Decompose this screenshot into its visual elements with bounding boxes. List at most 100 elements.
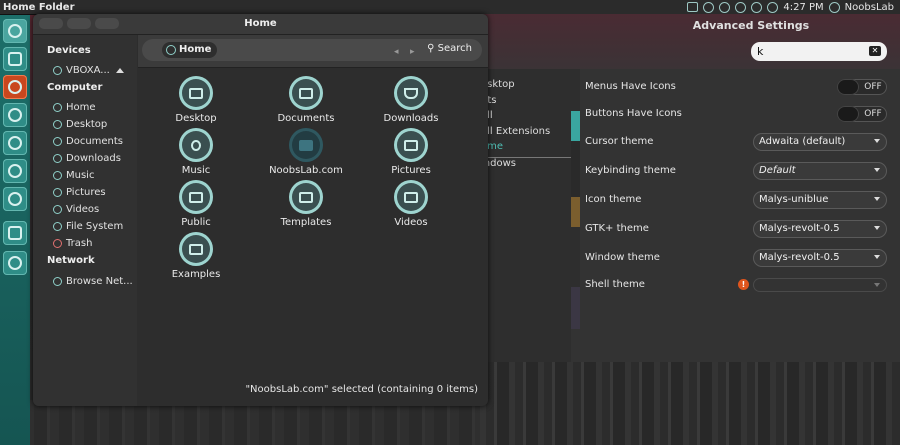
app-icon[interactable] (3, 187, 27, 211)
sidebar-item-home[interactable]: Home (53, 100, 137, 114)
back-icon[interactable]: ◂ (394, 47, 399, 57)
folder-item[interactable]: Examples (146, 232, 246, 280)
volume-icon[interactable] (751, 1, 763, 13)
category-item[interactable]: indows (481, 158, 571, 174)
panel-title: Home Folder (3, 1, 75, 13)
category-item[interactable]: nts (481, 95, 571, 111)
sidebar-item-network[interactable]: Browse Net... (53, 274, 137, 288)
path-bar: Home ◂ ▸ ⚲ Search (142, 39, 482, 61)
desktop-icon (53, 119, 62, 129)
sidebar-item-desktop[interactable]: Desktop (53, 117, 137, 131)
category-item[interactable]: ell (481, 110, 571, 126)
setting-row: Icon theme Malys-uniblue (580, 185, 900, 214)
cursor-theme-select[interactable]: Adwaita (default) (753, 132, 887, 151)
sidebar-item-music[interactable]: Music (53, 168, 137, 182)
desktop-folder-icon (179, 76, 213, 110)
drive-icon (53, 65, 62, 75)
user-name[interactable]: NoobsLab (845, 2, 894, 13)
folder-item[interactable]: Pictures (361, 128, 461, 176)
home-folder-window: Home Devices VBOXA... Computer Home Desk… (33, 14, 488, 406)
network-icon (53, 276, 62, 286)
forward-icon[interactable]: ▸ (410, 47, 415, 57)
sidebar-item-file-system[interactable]: File System (53, 219, 137, 233)
category-item-selected[interactable]: eme (481, 141, 571, 158)
app-icon[interactable] (3, 131, 27, 155)
clear-search-icon[interactable]: ✕ (869, 46, 881, 56)
setting-row: Window theme Malys-revolt-0.5 (580, 243, 900, 272)
firefox-icon[interactable] (3, 75, 27, 99)
category-item[interactable]: ell Extensions (481, 126, 571, 142)
keybinding-theme-select[interactable]: Default (753, 161, 887, 180)
eject-icon[interactable] (115, 67, 124, 73)
wallpaper-texture (480, 360, 900, 445)
search-button[interactable]: ⚲ Search (427, 43, 472, 54)
advanced-settings-window: Advanced Settings k ✕ esktop nts ell ell… (480, 14, 900, 362)
folder-item[interactable]: Music (146, 128, 246, 176)
sidebar-item-downloads[interactable]: Downloads (53, 151, 137, 165)
sidebar-item-pictures[interactable]: Pictures (53, 185, 137, 199)
sidebar-item-device[interactable]: VBOXA... (53, 63, 137, 77)
messaging-icon[interactable] (703, 1, 715, 13)
folder-item[interactable]: Desktop (146, 76, 246, 124)
gtk-theme-select[interactable]: Malys-revolt-0.5 (753, 219, 887, 238)
files-icon[interactable] (3, 47, 27, 71)
icon-theme-select[interactable]: Malys-uniblue (753, 190, 887, 209)
music-folder-icon (179, 128, 213, 162)
user-icon (828, 1, 840, 13)
category-list: esktop nts ell ell Extensions eme indows (481, 69, 571, 362)
setting-row: Shell theme ! (580, 270, 900, 299)
folder-item[interactable]: Documents (256, 76, 356, 124)
folder-item[interactable]: Templates (256, 180, 356, 228)
breadcrumb-home[interactable]: Home (162, 42, 218, 58)
settings-search-input[interactable]: k ✕ (751, 42, 887, 61)
templates-folder-icon (289, 180, 323, 214)
ubuntu-icon[interactable] (3, 19, 27, 43)
close-button[interactable] (39, 18, 63, 29)
window-title: Advanced Settings (692, 19, 810, 32)
buttons-have-icons-toggle[interactable]: OFF (837, 105, 887, 122)
network-icon[interactable] (719, 1, 731, 13)
app-icon[interactable] (3, 159, 27, 183)
folder-item[interactable]: Downloads (361, 76, 461, 124)
folder-item[interactable]: Public (146, 180, 246, 228)
documents-icon (53, 136, 62, 146)
videos-folder-icon (394, 180, 428, 214)
sidebar-item-videos[interactable]: Videos (53, 202, 137, 216)
shell-theme-select[interactable] (753, 277, 887, 292)
drive-icon (53, 221, 62, 231)
documents-folder-icon (289, 76, 323, 110)
top-panel: Home Folder 4:27 PM NoobsLab (0, 0, 900, 15)
warning-icon: ! (738, 279, 749, 290)
mail-icon[interactable] (735, 1, 747, 13)
pictures-folder-icon (394, 128, 428, 162)
search-icon: ⚲ (427, 43, 435, 54)
setting-row: Keybinding theme Default (580, 156, 900, 185)
file-grid: Desktop Documents Downloads Music NoobsL… (138, 68, 488, 388)
maximize-button[interactable] (95, 18, 119, 29)
search-value: k (757, 45, 764, 58)
sidebar-item-trash[interactable]: Trash (53, 236, 137, 250)
app-icon[interactable] (3, 103, 27, 127)
file-toolbar: Home ◂ ▸ ⚲ Search (138, 35, 488, 68)
app-icon[interactable] (3, 221, 27, 245)
app-icon[interactable] (3, 251, 27, 275)
advanced-settings-header: Advanced Settings k ✕ (481, 14, 900, 69)
window-theme-select[interactable]: Malys-revolt-0.5 (753, 248, 887, 267)
clock-time[interactable]: 4:27 PM (783, 2, 823, 13)
status-bar: "NoobsLab.com" selected (containing 0 it… (245, 384, 478, 395)
folder-item-selected[interactable]: NoobsLab.com (256, 128, 356, 176)
category-item[interactable]: esktop (481, 79, 571, 95)
wallpaper-strip (571, 69, 580, 329)
examples-folder-icon (179, 232, 213, 266)
launcher (0, 15, 30, 445)
minimize-button[interactable] (67, 18, 91, 29)
setting-row: Buttons Have Icons OFF (580, 99, 900, 128)
menus-have-icons-toggle[interactable]: OFF (837, 78, 887, 95)
folder-item[interactable]: Videos (361, 180, 461, 228)
downloads-icon (53, 153, 62, 163)
folder-icon (289, 128, 323, 162)
sidebar-item-documents[interactable]: Documents (53, 134, 137, 148)
network-header: Network (47, 255, 95, 266)
downloads-folder-icon (394, 76, 428, 110)
dropbox-icon[interactable] (687, 2, 699, 12)
